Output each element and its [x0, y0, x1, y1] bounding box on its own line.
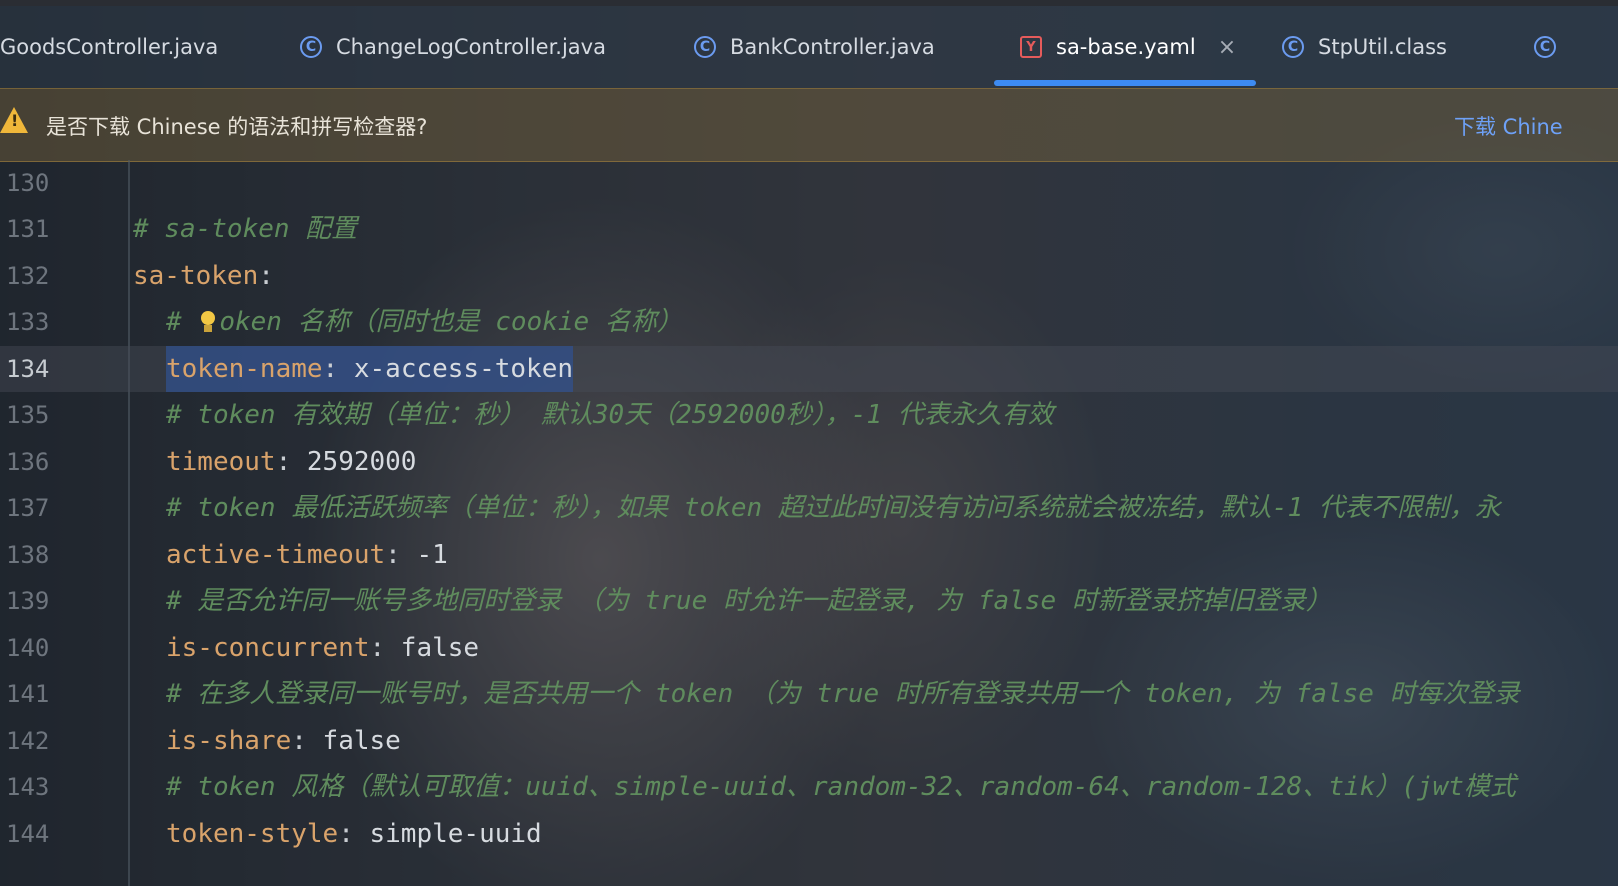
yaml-comment: # sa-token 配置: [133, 214, 358, 244]
code-line: 139 # 是否允许同一账号多地同时登录 （为 true 时允许一起登录, 为 …: [0, 578, 1618, 624]
code-line-current: 134 token-name: x-access-token: [0, 346, 1618, 392]
class-icon: C: [694, 36, 716, 58]
active-tab-indicator: [994, 80, 1256, 86]
yaml-value: false: [306, 726, 401, 756]
code-line: 135 # token 有效期（单位：秒） 默认30天（2592000秒），-1…: [0, 392, 1618, 438]
selected-text: token-name: x-access-token: [166, 346, 574, 392]
code-line: 137 # token 最低活跃频率（单位：秒），如果 token 超过此时间没…: [0, 485, 1618, 531]
yaml-colon: :: [322, 354, 339, 384]
yaml-comment: # 是否允许同一账号多地同时登录 （为 true 时允许一起登录, 为 fals…: [166, 586, 1332, 616]
tab-label: sa-base.yaml: [1056, 35, 1196, 59]
tab-label: BankController.java: [730, 35, 935, 59]
line-number: 131: [6, 215, 50, 243]
tab-bank-controller[interactable]: C BankController.java: [694, 6, 935, 88]
spellcheck-notification-banner: ! 是否下载 Chinese 的语法和拼写检查器? 下载 Chine: [0, 88, 1618, 162]
line-number: 137: [6, 494, 50, 522]
yaml-comment: #: [166, 307, 198, 337]
yaml-comment: # token 有效期（单位：秒） 默认30天（2592000秒），-1 代表永…: [166, 400, 1054, 430]
line-number: 136: [6, 448, 50, 476]
code-line: 132 sa-token:: [0, 253, 1618, 299]
yaml-key: is-concurrent: [166, 633, 370, 663]
code-line: 130: [0, 160, 1618, 206]
yaml-comment: # 在多人登录同一账号时，是否共用一个 token （为 true 时所有登录共…: [166, 679, 1520, 709]
code-line: 143 # token 风格（默认可取值：uuid、simple-uuid、ra…: [0, 764, 1618, 810]
class-icon: C: [1534, 36, 1556, 58]
code-line: 144 token-style: simple-uuid: [0, 811, 1618, 857]
yaml-key: active-timeout: [166, 540, 386, 570]
yaml-colon: :: [258, 261, 274, 291]
yaml-value: 2592000: [291, 447, 417, 477]
yaml-colon: :: [385, 540, 401, 570]
class-icon: C: [1282, 36, 1304, 58]
warning-icon-mark: !: [11, 111, 19, 130]
tab-label: GoodsController.java: [0, 35, 219, 59]
code-line: 133 # oken 名称（同时也是 cookie 名称）: [0, 299, 1618, 345]
line-number: 142: [6, 727, 50, 755]
code-line: 136 timeout: 2592000: [0, 439, 1618, 485]
tab-sa-base-yaml[interactable]: Y sa-base.yaml ×: [994, 6, 1256, 88]
yaml-value: x-access-token: [338, 354, 574, 384]
close-tab-icon[interactable]: ×: [1218, 35, 1236, 60]
line-number: 138: [6, 541, 50, 569]
lightbulb-icon[interactable]: [199, 310, 217, 335]
yaml-colon: :: [338, 819, 354, 849]
code-line: 140 is-concurrent: false: [0, 625, 1618, 671]
download-chinese-link[interactable]: 下载 Chine: [1454, 111, 1563, 141]
yaml-key: token-style: [166, 819, 339, 849]
line-number: 139: [6, 587, 50, 615]
line-number: 130: [6, 169, 50, 197]
code-line: 142 is-share: false: [0, 718, 1618, 764]
line-number: 140: [6, 634, 50, 662]
line-number: 134: [6, 355, 50, 383]
line-number: 144: [6, 820, 50, 848]
yaml-colon: :: [291, 726, 307, 756]
yaml-value: -1: [400, 540, 448, 570]
yaml-value: simple-uuid: [353, 819, 542, 849]
window-top-border: [0, 0, 1618, 6]
banner-message: 是否下载 Chinese 的语法和拼写检查器?: [46, 115, 428, 139]
yaml-comment: # token 最低活跃频率（单位：秒），如果 token 超过此时间没有访问系…: [166, 493, 1501, 523]
code-line: 131 # sa-token 配置: [0, 206, 1618, 252]
code-editor[interactable]: 130 131 # sa-token 配置 132 sa-token: 133 …: [0, 160, 1618, 886]
yaml-key: sa-token: [133, 261, 259, 291]
tab-label: ChangeLogController.java: [336, 35, 606, 59]
line-number: 132: [6, 262, 50, 290]
yaml-icon: Y: [1020, 36, 1042, 58]
tab-overflow[interactable]: C: [1534, 6, 1570, 88]
yaml-value: false: [385, 633, 480, 663]
yaml-key: token-name: [166, 354, 323, 384]
yaml-comment: oken 名称（同时也是 cookie 名称）: [219, 307, 683, 337]
tab-stputil-class[interactable]: C StpUtil.class: [1282, 6, 1447, 88]
line-number: 133: [6, 308, 50, 336]
yaml-colon: :: [275, 447, 292, 477]
line-number: 143: [6, 773, 50, 801]
tab-changelog-controller[interactable]: C ChangeLogController.java: [300, 6, 606, 88]
yaml-key: is-share: [166, 726, 292, 756]
class-icon: C: [300, 36, 322, 58]
tab-label: StpUtil.class: [1318, 35, 1447, 59]
line-number: 135: [6, 401, 50, 429]
code-line: 138 active-timeout: -1: [0, 532, 1618, 578]
yaml-key: timeout: [166, 447, 276, 477]
tab-goods-controller[interactable]: GoodsController.java: [0, 6, 218, 88]
editor-tab-bar: GoodsController.java C ChangeLogControll…: [0, 6, 1618, 88]
code-line: 141 # 在多人登录同一账号时，是否共用一个 token （为 true 时所…: [0, 671, 1618, 717]
yaml-colon: :: [369, 633, 386, 663]
yaml-comment: # token 风格（默认可取值：uuid、simple-uuid、random…: [166, 772, 1516, 802]
line-number: 141: [6, 680, 50, 708]
